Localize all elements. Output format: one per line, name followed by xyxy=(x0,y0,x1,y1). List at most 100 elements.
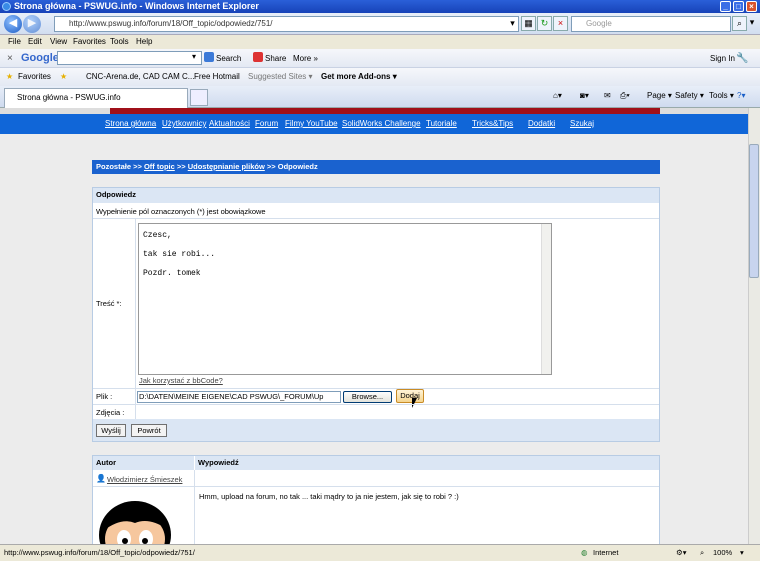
back-icon[interactable]: ◀ xyxy=(4,15,22,33)
author-link[interactable]: Włodzimierz Śmieszek xyxy=(107,475,182,484)
nav-tricks-tips[interactable]: Tricks&Tips xyxy=(472,114,513,134)
favorite-suggested-sites[interactable]: Suggested Sites ▾ xyxy=(248,68,313,86)
bbcode-help-link[interactable]: Jak korzystać z bbCode? xyxy=(139,376,223,385)
window-title-bar: Strona główna - PSWUG.info - Windows Int… xyxy=(0,0,760,13)
nav-solidworks-challenge[interactable]: SolidWorks Challenge xyxy=(342,114,421,134)
tab-strona-glowna[interactable]: Strona główna - PSWUG.info xyxy=(4,88,188,108)
compatibility-icon[interactable]: ▦ xyxy=(521,16,536,31)
tools-menu[interactable]: Tools ▾ xyxy=(709,90,734,102)
breadcrumb-off-topic[interactable]: Off topic xyxy=(144,162,175,171)
url-text: http://www.pswug.info/forum/18/Off_topic… xyxy=(69,19,273,28)
share-button[interactable]: Share xyxy=(265,49,286,68)
nav-uzytkownicy[interactable]: Użytkownicy xyxy=(162,114,206,134)
content-line: Pozdr. tomek xyxy=(143,269,201,278)
menu-bar: File Edit View Favorites Tools Help xyxy=(0,35,760,49)
mouse-cursor xyxy=(412,398,422,408)
nav-strona-glowna[interactable]: Strona główna xyxy=(105,114,156,134)
security-zone: Internet xyxy=(593,548,619,557)
nav-dodatki[interactable]: Dodatki xyxy=(528,114,555,134)
form-actions xyxy=(93,419,659,441)
zoom-icon: ⌕ xyxy=(700,548,705,557)
protected-mode-icon[interactable]: ⚙▾ xyxy=(676,545,687,561)
dropdown-arrow-icon[interactable]: ▾ xyxy=(192,52,196,61)
mail-icon[interactable]: ✉ xyxy=(604,90,611,102)
scrollbar-thumb[interactable] xyxy=(749,144,759,278)
sign-in-link[interactable]: Sign In xyxy=(710,49,735,68)
file-path-input[interactable]: D:\DATEN\MEINE EIGENE\CAD PSWUG\_FORUM\U… xyxy=(137,391,341,403)
content-line: Czesc, xyxy=(143,231,172,240)
google-search-input[interactable] xyxy=(57,51,202,65)
more-button[interactable]: More » xyxy=(293,49,318,68)
menu-edit[interactable]: Edit xyxy=(28,35,42,49)
zoom-dropdown-icon[interactable]: ▾ xyxy=(740,545,744,561)
content-textarea[interactable]: Czesc, tak sie robi... Pozdr. tomek xyxy=(138,223,552,375)
menu-view[interactable]: View xyxy=(50,35,67,49)
nav-forum[interactable]: Forum xyxy=(255,114,278,134)
breadcrumb-udostepnianie[interactable]: Udostępnianie plików xyxy=(188,162,265,171)
page-menu[interactable]: Page ▾ xyxy=(647,90,672,102)
favorite-free-hotmail[interactable]: Free Hotmail xyxy=(194,68,240,86)
menu-favorites[interactable]: Favorites xyxy=(73,35,106,49)
wrench-icon[interactable]: 🔧 xyxy=(736,49,748,68)
favorite-cnc-arena[interactable]: CNC-Arena.de, CAD CAM C... xyxy=(86,68,194,86)
menu-tools[interactable]: Tools xyxy=(110,35,129,49)
nav-aktualnosci[interactable]: Aktualności xyxy=(209,114,250,134)
status-url: http://www.pswug.info/forum/18/Off_topic… xyxy=(4,548,195,557)
images-label: Zdjęcia : xyxy=(96,408,125,417)
search-icon[interactable]: ⌕ xyxy=(732,16,747,31)
share-icon xyxy=(253,52,263,62)
back-button[interactable]: Powrót xyxy=(131,424,167,437)
nav-szukaj[interactable]: Szukaj xyxy=(570,114,594,134)
search-button[interactable]: Search xyxy=(216,49,241,68)
menu-help[interactable]: Help xyxy=(136,35,152,49)
search-placeholder: Google xyxy=(586,19,612,28)
stop-icon[interactable]: × xyxy=(553,16,568,31)
help-icon[interactable]: ?▾ xyxy=(737,90,745,102)
search-input[interactable]: Google xyxy=(571,16,731,32)
submit-button[interactable]: Wyślij xyxy=(96,424,126,437)
dropdown-arrow-icon[interactable]: ▾ xyxy=(505,17,520,32)
new-tab-button[interactable] xyxy=(190,89,208,106)
column-author: Autor xyxy=(93,456,194,470)
close-button[interactable]: × xyxy=(746,1,757,12)
search-options-icon[interactable]: ▾ xyxy=(746,16,758,31)
menu-file[interactable]: File xyxy=(8,35,21,49)
textarea-scrollbar[interactable] xyxy=(541,224,551,374)
minimize-button[interactable]: _ xyxy=(720,1,731,12)
address-bar[interactable]: http://www.pswug.info/forum/18/Off_topic… xyxy=(54,16,519,32)
tab-label: Strona główna - PSWUG.info xyxy=(17,93,121,102)
forward-icon[interactable]: ▶ xyxy=(23,15,41,33)
ie-icon xyxy=(2,2,11,11)
nav-filmy-youtube[interactable]: Filmy YouTube xyxy=(285,114,338,134)
breadcrumb-separator: >> xyxy=(264,162,278,171)
favorites-bar: ★ Favorites ★ CNC-Arena.de, CAD CAM C...… xyxy=(0,68,760,86)
window-title: Strona główna - PSWUG.info - Windows Int… xyxy=(14,1,259,11)
zoom-level[interactable]: 100% xyxy=(713,545,732,561)
close-toolbar-icon[interactable]: × xyxy=(7,49,13,68)
posts-table xyxy=(92,455,660,555)
form-header: Odpowiedz xyxy=(93,188,659,203)
favorite-get-addons[interactable]: Get more Add-ons ▾ xyxy=(321,68,397,86)
feeds-icon[interactable]: ◙▾ xyxy=(580,90,589,102)
favorites-star-icon: ★ xyxy=(6,72,14,81)
required-notice: Wypełnienie pól oznaczonych (*) jest obo… xyxy=(96,207,266,216)
favorites-button[interactable]: Favorites xyxy=(18,68,51,86)
file-label: Plik : xyxy=(96,392,113,401)
breadcrumb-separator: >> xyxy=(131,162,144,171)
breadcrumb: Pozostałe >> Off topic >> Udostępnianie … xyxy=(92,160,660,174)
nav-tutoriale[interactable]: Tutoriale xyxy=(426,114,457,134)
google-search-icon[interactable] xyxy=(204,52,214,62)
globe-icon: ◍ xyxy=(581,548,588,557)
add-favorite-icon[interactable]: ★ xyxy=(60,68,67,86)
breadcrumb-separator: >> xyxy=(174,162,188,171)
safety-menu[interactable]: Safety ▾ xyxy=(675,90,704,102)
maximize-button[interactable]: □ xyxy=(733,1,744,12)
content-label: Treść *: xyxy=(96,299,122,308)
print-icon[interactable]: ⎙▾ xyxy=(620,90,630,102)
status-bar: http://www.pswug.info/forum/18/Off_topic… xyxy=(0,544,760,561)
refresh-icon[interactable]: ↻ xyxy=(537,16,552,31)
home-icon[interactable]: ⌂▾ xyxy=(553,90,562,102)
site-navigation: Strona główna Użytkownicy Aktualności Fo… xyxy=(0,114,748,134)
browse-button[interactable]: Browse... xyxy=(343,391,392,403)
breadcrumb-current: Odpowiedz xyxy=(277,162,318,171)
